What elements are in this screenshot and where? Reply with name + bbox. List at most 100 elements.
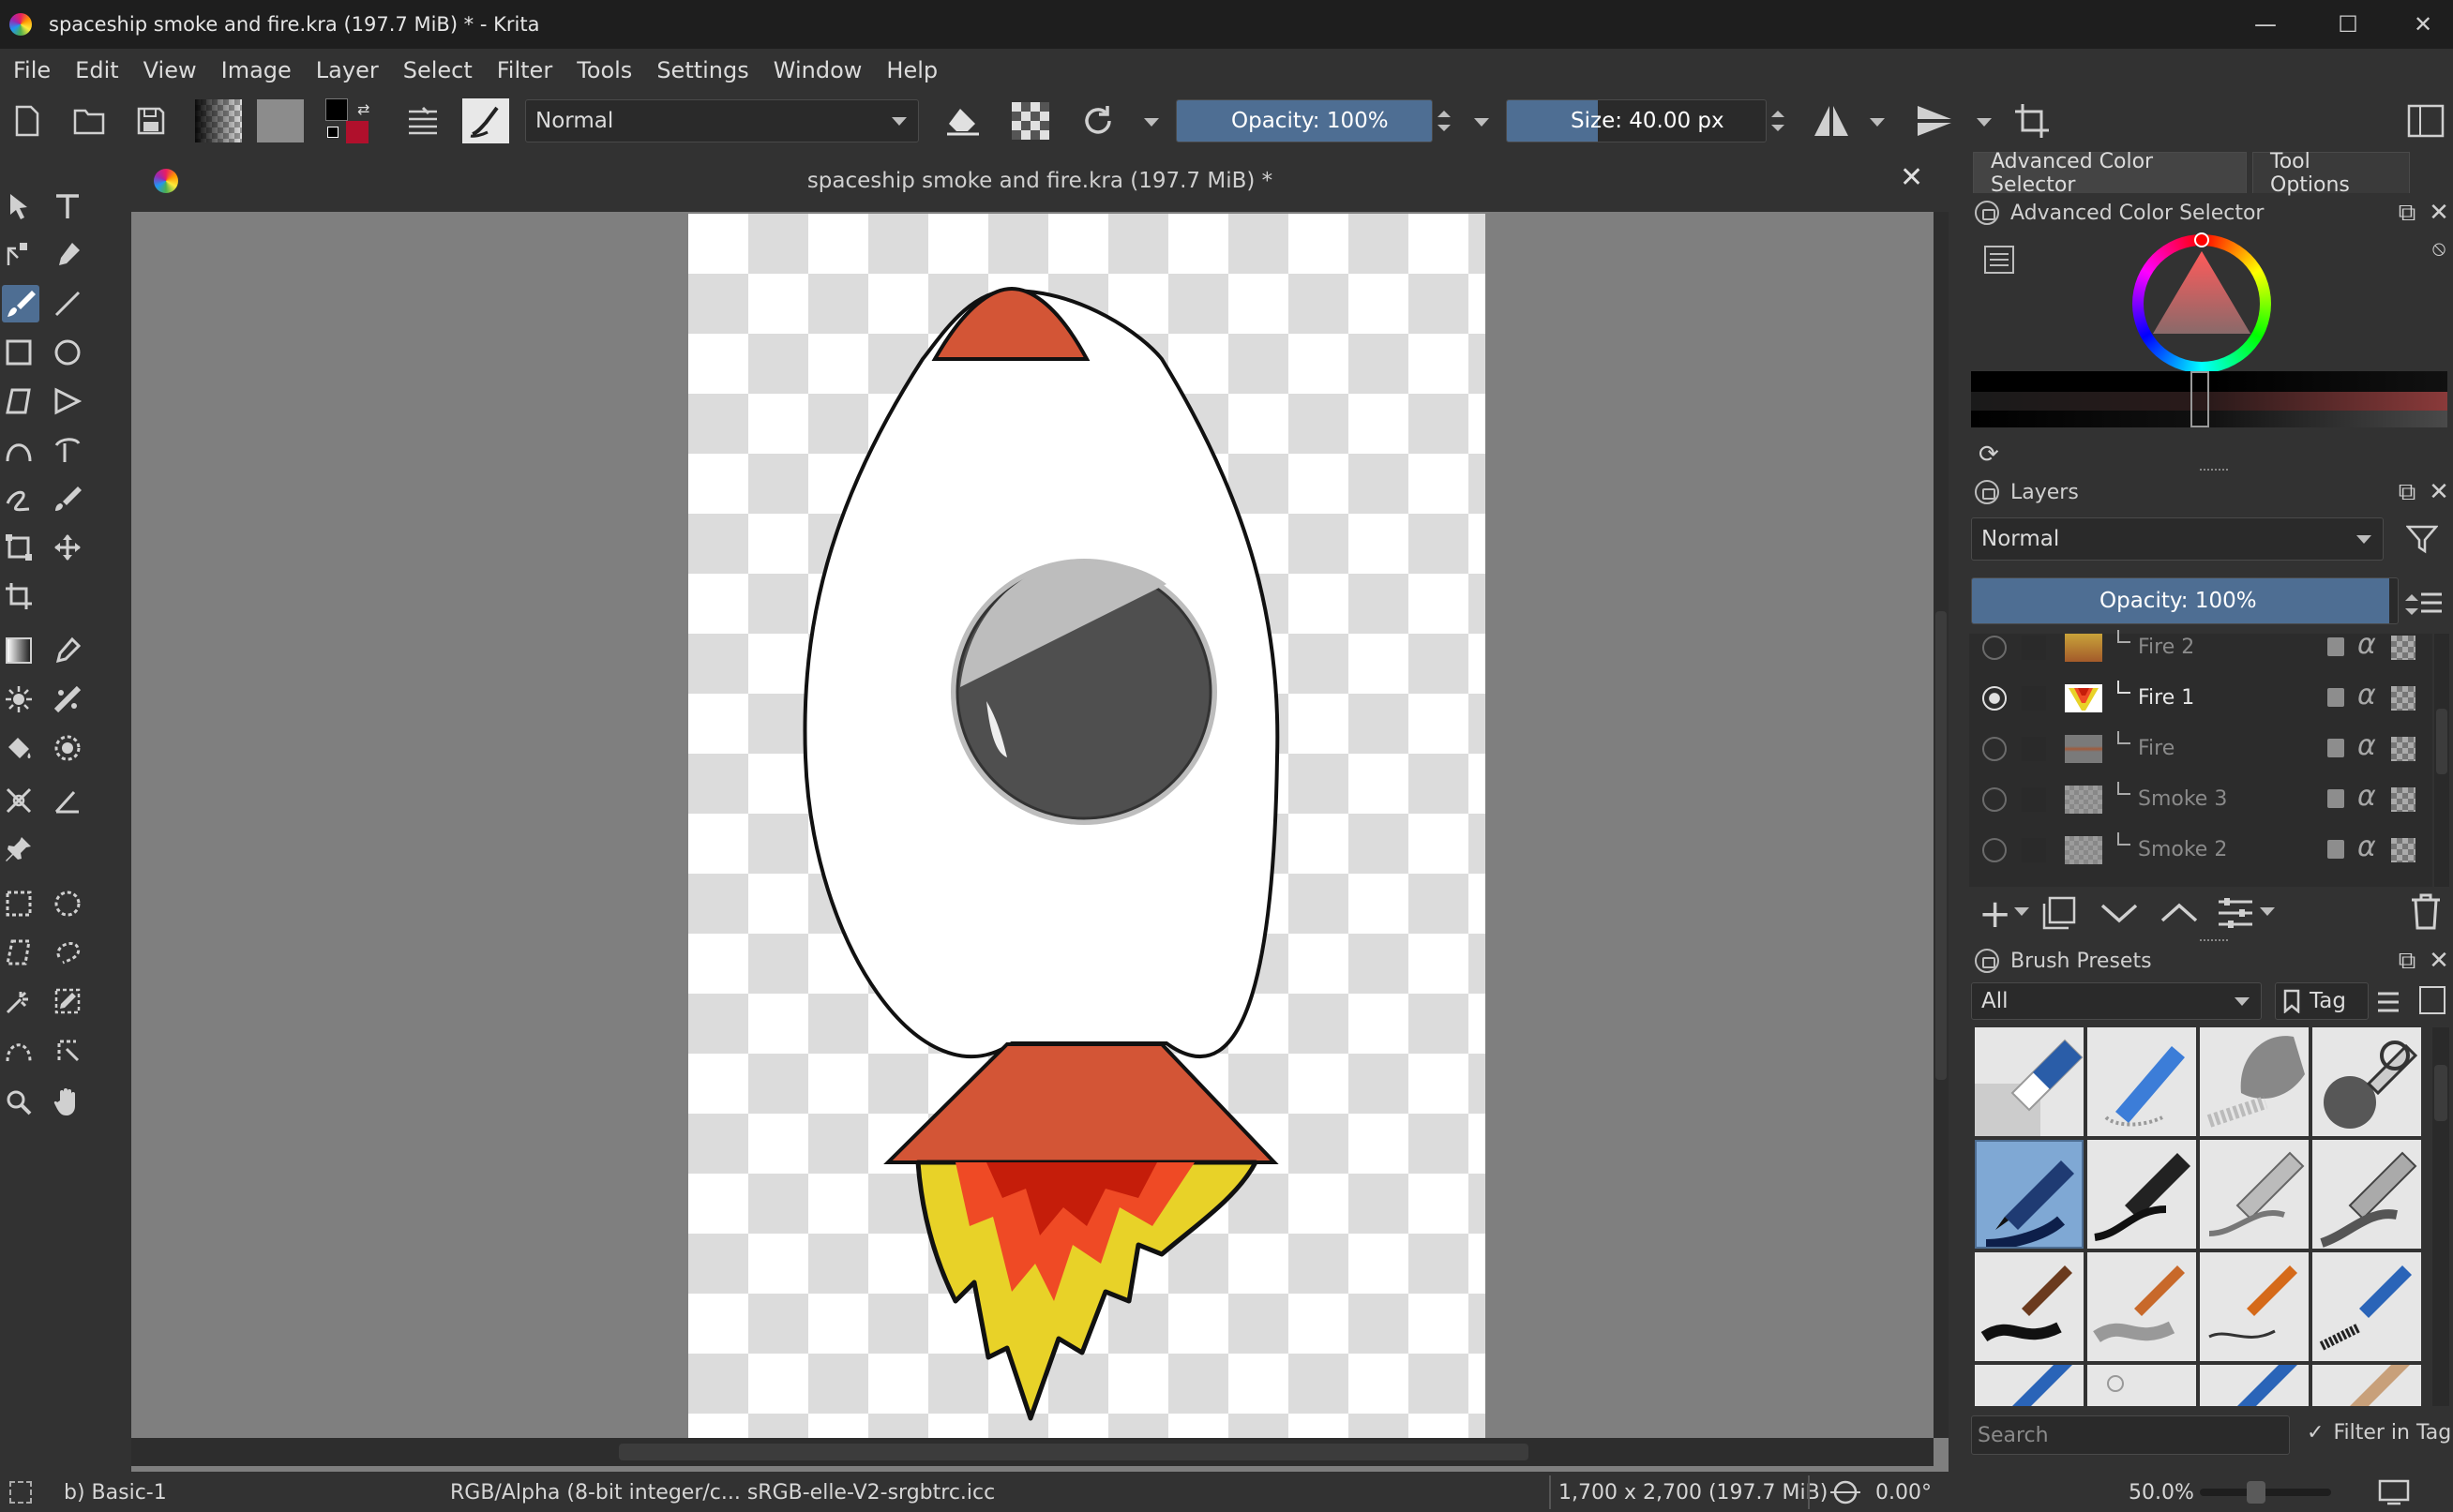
brush-preset-pencil[interactable] bbox=[2200, 1140, 2309, 1249]
brush-preset-blender[interactable] bbox=[2087, 1027, 2196, 1136]
layer-lock-icon[interactable] bbox=[2327, 739, 2344, 757]
menu-view[interactable]: View bbox=[143, 57, 197, 83]
rectangle-select-tool-icon[interactable] bbox=[0, 885, 38, 922]
menu-tools[interactable]: Tools bbox=[577, 57, 632, 83]
menu-window[interactable]: Window bbox=[774, 57, 863, 83]
rectangle-tool-icon[interactable] bbox=[0, 334, 38, 371]
brush-preset-charcoal[interactable] bbox=[2312, 1252, 2421, 1361]
tag-button[interactable]: Tag bbox=[2275, 982, 2369, 1020]
menu-file[interactable]: File bbox=[13, 57, 51, 83]
contiguous-select-tool-icon[interactable] bbox=[0, 982, 38, 1020]
brush-preset-watercolor[interactable] bbox=[2087, 1252, 2196, 1361]
ellipse-tool-icon[interactable] bbox=[49, 334, 86, 371]
layer-select-checkbox[interactable] bbox=[2022, 838, 2046, 862]
chevron-down-icon[interactable] bbox=[2260, 907, 2275, 916]
chevron-down-icon[interactable] bbox=[2014, 907, 2029, 916]
brush-preset-row4-4[interactable] bbox=[2312, 1365, 2421, 1406]
lock-icon[interactable] bbox=[1975, 949, 1999, 973]
hue-ring[interactable] bbox=[2132, 232, 2271, 373]
tab-tool-options[interactable]: Tool Options bbox=[2252, 150, 2410, 197]
layer-visibility-icon[interactable] bbox=[1982, 686, 2007, 711]
edit-shapes-tool-icon[interactable] bbox=[0, 236, 38, 274]
close-docker-icon[interactable]: ✕ bbox=[2425, 478, 2453, 506]
menu-filter[interactable]: Filter bbox=[497, 57, 552, 83]
pattern-preset-icon[interactable] bbox=[255, 99, 306, 142]
opacity-slider[interactable]: Opacity: 100% bbox=[1176, 99, 1433, 142]
size-slider[interactable]: Size: 40.00 px bbox=[1506, 99, 1767, 142]
transform-tool-icon[interactable] bbox=[0, 529, 38, 566]
menu-select[interactable]: Select bbox=[403, 57, 473, 83]
multibrush-tool-icon[interactable] bbox=[49, 480, 86, 517]
new-document-icon[interactable] bbox=[6, 99, 49, 142]
workspace-chooser-icon[interactable] bbox=[2404, 99, 2447, 142]
move-layer-down-icon[interactable] bbox=[2100, 902, 2138, 928]
menu-help[interactable]: Help bbox=[886, 57, 938, 83]
layer-filter-icon[interactable] bbox=[2405, 523, 2439, 559]
float-docker-icon[interactable]: ⧉ bbox=[2393, 947, 2421, 975]
layer-properties-icon[interactable] bbox=[2217, 896, 2254, 934]
shade-bar-1[interactable] bbox=[1971, 371, 2447, 392]
float-docker-icon[interactable]: ⧉ bbox=[2393, 478, 2421, 506]
color-swatches-icon[interactable]: ⇄ bbox=[323, 98, 377, 143]
brush-preset-airbrush[interactable] bbox=[2312, 1027, 2421, 1136]
layer-menu-icon[interactable] bbox=[2417, 591, 2445, 619]
mirror-vertical-icon[interactable] bbox=[1913, 99, 1956, 142]
brush-preset-icon[interactable] bbox=[461, 98, 510, 143]
eraser-mode-icon[interactable] bbox=[941, 99, 985, 142]
lock-icon[interactable] bbox=[1975, 480, 1999, 504]
calligraphy-tool-icon[interactable] bbox=[49, 236, 86, 274]
maximize-button[interactable]: ☐ bbox=[2307, 0, 2389, 49]
reset-color-icon[interactable]: ⦸ bbox=[2425, 234, 2453, 262]
open-document-icon[interactable] bbox=[68, 99, 111, 142]
pan-tool-icon[interactable] bbox=[49, 1084, 86, 1121]
vertical-scroll-thumb[interactable] bbox=[1935, 611, 1947, 1080]
color-selector-settings-icon[interactable] bbox=[1984, 246, 2014, 274]
layer-lock-icon[interactable] bbox=[2327, 840, 2344, 859]
gradient-tool-icon[interactable] bbox=[0, 632, 38, 669]
brush-settings-icon[interactable] bbox=[401, 99, 444, 142]
layer-select-checkbox[interactable] bbox=[2022, 787, 2046, 812]
close-window-button[interactable]: ✕ bbox=[2382, 0, 2453, 49]
zoom-slider-handle[interactable] bbox=[2247, 1481, 2265, 1504]
move-tool-icon[interactable] bbox=[49, 529, 86, 566]
add-layer-icon[interactable]: + bbox=[1979, 891, 2011, 936]
status-color-space[interactable]: RGB/Alpha (8-bit integer/c... sRGB-elle-… bbox=[450, 1481, 995, 1505]
gradient-preset-icon[interactable] bbox=[193, 99, 244, 142]
canvas-horizontal-scrollbar[interactable] bbox=[131, 1438, 1934, 1466]
close-docker-icon[interactable]: ✕ bbox=[2425, 947, 2453, 975]
delete-layer-icon[interactable] bbox=[2410, 892, 2442, 934]
reference-images-tool-icon[interactable] bbox=[0, 831, 38, 868]
shade-bar-3[interactable] bbox=[1971, 411, 2447, 427]
brush-search-input[interactable]: Search bbox=[1971, 1415, 2290, 1455]
hue-handle[interactable] bbox=[2194, 232, 2209, 247]
move-layer-up-icon[interactable] bbox=[2160, 902, 2198, 928]
layer-row-smoke-2[interactable]: Smoke 2 α bbox=[1973, 825, 2415, 876]
brush-preset-ink[interactable] bbox=[2087, 1140, 2196, 1249]
tab-advanced-color-selector[interactable]: Advanced Color Selector bbox=[1973, 150, 2247, 197]
inherit-alpha-icon[interactable] bbox=[2391, 838, 2415, 862]
menu-layer[interactable]: Layer bbox=[316, 57, 379, 83]
layer-visibility-icon[interactable] bbox=[1982, 838, 2007, 862]
save-document-icon[interactable] bbox=[129, 99, 173, 142]
select-shapes-tool-icon[interactable] bbox=[0, 187, 38, 225]
status-rotation[interactable]: 0.00° bbox=[1875, 1481, 1932, 1505]
text-tool-icon[interactable] bbox=[49, 187, 86, 225]
ellipse-select-tool-icon[interactable] bbox=[49, 885, 86, 922]
layer-list-scrollbar[interactable] bbox=[2434, 634, 2449, 887]
layer-visibility-icon[interactable] bbox=[1982, 737, 2007, 761]
brush-preset-fine-brush[interactable] bbox=[2200, 1252, 2309, 1361]
wrap-around-icon[interactable] bbox=[2010, 99, 2054, 142]
freehand-select-tool-icon[interactable] bbox=[49, 934, 86, 971]
enclose-fill-tool-icon[interactable] bbox=[49, 729, 86, 767]
brush-preset-marker[interactable] bbox=[2312, 1140, 2421, 1249]
close-docker-icon[interactable]: ✕ bbox=[2425, 199, 2453, 227]
color-picker-tool-icon[interactable] bbox=[49, 632, 86, 669]
rotation-icon[interactable] bbox=[1827, 1479, 1864, 1511]
menu-settings[interactable]: Settings bbox=[656, 57, 748, 83]
filter-in-tag-checkbox[interactable]: ✓ Filter in Tag bbox=[2307, 1421, 2451, 1445]
layer-row-smoke-3[interactable]: Smoke 3 α bbox=[1973, 774, 2415, 825]
layer-row-fire-2[interactable]: Fire 2 α bbox=[1973, 622, 2415, 673]
shade-bar-2[interactable] bbox=[1971, 392, 2447, 411]
brush-preset-row4-2[interactable] bbox=[2087, 1365, 2196, 1406]
chevron-down-icon[interactable] bbox=[1977, 118, 1992, 127]
